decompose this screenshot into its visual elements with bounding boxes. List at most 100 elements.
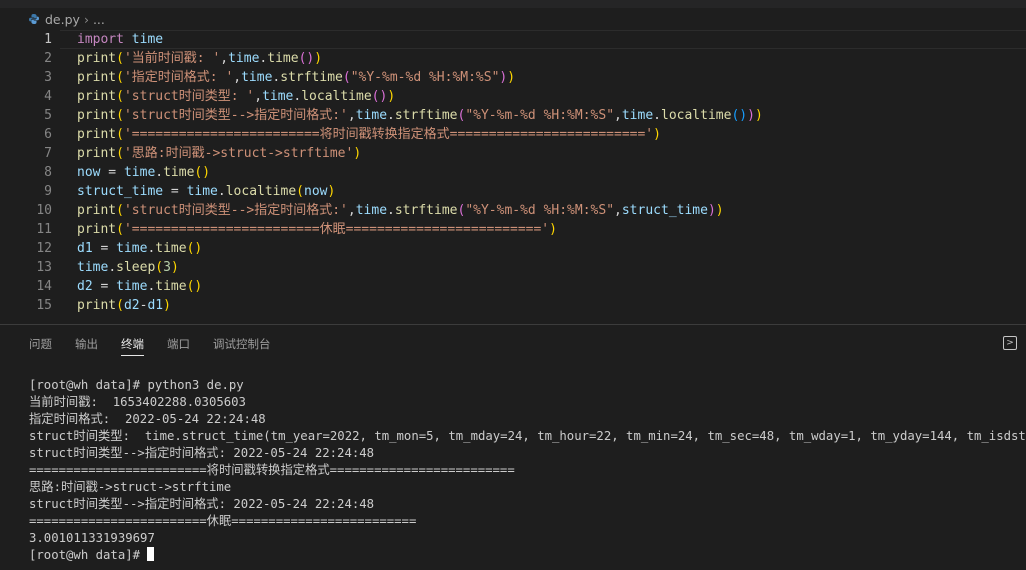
panel-tab-bar: 问题 输出 终端 端口 调试控制台: [0, 326, 1026, 360]
terminal-line: 思路:时间戳->struct->strftime: [29, 480, 232, 494]
code-token: time: [155, 241, 187, 256]
code-line[interactable]: 11 print('========================休眠=====…: [0, 220, 1026, 239]
code-line[interactable]: 8 now = time.time(): [0, 163, 1026, 182]
code-token: ): [163, 298, 171, 313]
code-line[interactable]: 4 print('struct时间类型: ',time.localtime()): [0, 87, 1026, 106]
code-line[interactable]: 10 print('struct时间类型-->指定时间格式:',time.strf…: [0, 201, 1026, 220]
line-number: 2: [44, 51, 52, 66]
code-token: time: [186, 184, 218, 199]
code-token: d1: [147, 298, 164, 313]
terminal-shell-icon[interactable]: >: [1003, 336, 1017, 350]
code-line[interactable]: 2 print('当前时间戳: ',time.time()): [0, 49, 1026, 68]
code-token: print: [77, 203, 117, 218]
code-token: print: [77, 89, 117, 104]
breadcrumb: de.py › ...: [28, 9, 105, 29]
terminal-line: ========================休眠==============…: [29, 514, 417, 528]
tab-output[interactable]: 输出: [75, 336, 98, 352]
code-token: 'struct时间类型-->指定时间格式:': [123, 203, 348, 218]
line-number: 4: [44, 89, 52, 104]
line-number: 12: [36, 241, 52, 256]
code-token: (: [155, 260, 164, 275]
breadcrumb-file[interactable]: de.py: [45, 12, 80, 27]
code-token: .: [108, 260, 117, 275]
tab-terminal[interactable]: 终端: [121, 336, 144, 356]
code-token: ): [507, 70, 516, 85]
code-token: (): [298, 51, 315, 66]
code-token: print: [77, 70, 117, 85]
breadcrumb-more[interactable]: ...: [93, 12, 105, 27]
code-token: "%Y-%m-%d %H:%M:%S": [350, 70, 500, 85]
code-token: ): [707, 203, 716, 218]
code-token: print: [77, 146, 117, 161]
tab-problems[interactable]: 问题: [29, 336, 52, 352]
code-token: time: [267, 51, 299, 66]
code-token: time: [123, 165, 156, 180]
code-text: print('struct时间类型-->指定时间格式:',time.strfti…: [77, 106, 763, 125]
code-token: ,: [347, 108, 356, 123]
code-token: (): [194, 165, 211, 180]
tab-debug-console[interactable]: 调试控制台: [213, 336, 271, 352]
code-token: '========================休眠=============…: [123, 222, 550, 237]
terminal-line: struct时间类型-->指定时间格式: 2022-05-24 22:24:48: [29, 497, 375, 511]
code-token: 3: [163, 260, 171, 275]
code-line[interactable]: 9 struct_time = time.localtime(now): [0, 182, 1026, 201]
code-token: '========================将时间戳转换指定格式=====…: [123, 127, 654, 142]
code-token: localtime: [661, 108, 732, 123]
code-token: ): [353, 146, 362, 161]
code-token: time: [262, 89, 294, 104]
code-token: =: [163, 184, 187, 199]
terminal-line: 当前时间戳: 1653402288.0305603: [29, 395, 246, 409]
code-token: .: [387, 108, 395, 123]
code-token: ): [170, 260, 179, 275]
code-token: (): [371, 89, 388, 104]
chevron-right-icon: ›: [83, 11, 89, 27]
terminal-cursor: [147, 547, 155, 561]
code-text: d1 = time.time(): [77, 239, 202, 258]
code-text: print('当前时间戳: ',time.time()): [77, 49, 322, 68]
code-token: ): [715, 203, 724, 218]
code-token: ,: [347, 203, 356, 218]
code-text: print('struct时间类型-->指定时间格式:',time.strfti…: [77, 201, 724, 220]
terminal-line: struct时间类型-->指定时间格式: 2022-05-24 22:24:48: [29, 446, 375, 460]
code-line[interactable]: 5 print('struct时间类型-->指定时间格式:',time.strft…: [0, 106, 1026, 125]
code-line[interactable]: 13 time.sleep(3): [0, 258, 1026, 277]
panel-divider: [0, 324, 1026, 325]
code-text: d2 = time.time(): [77, 277, 202, 296]
code-token: "%Y-%m-%d %H:%M:%S": [465, 108, 615, 123]
line-number: 3: [44, 70, 52, 85]
line-number: 14: [36, 279, 52, 294]
code-token: print: [77, 298, 117, 313]
code-token: ): [549, 222, 557, 237]
terminal-line: 指定时间格式: 2022-05-24 22:24:48: [29, 412, 266, 426]
code-line[interactable]: 12 d1 = time.time(): [0, 239, 1026, 258]
terminal-output[interactable]: [root@wh data]# python3 de.py 当前时间戳: 1653…: [29, 377, 1026, 564]
code-text: print('struct时间类型: ',time.localtime()): [77, 87, 395, 106]
code-token: struct_time: [77, 184, 164, 199]
code-token: =: [92, 279, 117, 294]
line-number: 9: [44, 184, 52, 199]
code-token: .: [653, 108, 661, 123]
code-token: (: [116, 70, 124, 85]
code-token: ): [747, 108, 755, 123]
code-editor[interactable]: 1 import time 2 print('当前时间戳: ',time.time()…: [0, 28, 1026, 324]
code-line[interactable]: 6 print('========================将时间戳转换指定…: [0, 125, 1026, 144]
code-line[interactable]: 7 print('思路:时间戳->struct->strftime'): [0, 144, 1026, 163]
tab-ports[interactable]: 端口: [167, 336, 190, 352]
code-token: strftime: [280, 70, 343, 85]
code-token: time: [116, 241, 148, 256]
code-text: now = time.time(): [77, 163, 210, 182]
code-token: 'struct时间类型-->指定时间格式:': [123, 108, 348, 123]
code-token: ): [387, 89, 396, 104]
code-token: (: [116, 89, 124, 104]
line-number: 7: [44, 146, 52, 161]
code-token: (: [116, 203, 124, 218]
current-line-highlight: [60, 30, 1026, 49]
code-line[interactable]: 3 print('指定时间格式: ',time.strftime("%Y-%m-%…: [0, 68, 1026, 87]
code-token: time: [355, 108, 388, 123]
code-token: localtime: [301, 89, 372, 104]
code-token: '当前时间戳: ': [123, 51, 221, 66]
code-line[interactable]: 14 d2 = time.time(): [0, 277, 1026, 296]
python-file-icon: [28, 13, 40, 25]
code-token: .: [217, 184, 226, 199]
code-line[interactable]: 15 print(d2-d1): [0, 296, 1026, 315]
